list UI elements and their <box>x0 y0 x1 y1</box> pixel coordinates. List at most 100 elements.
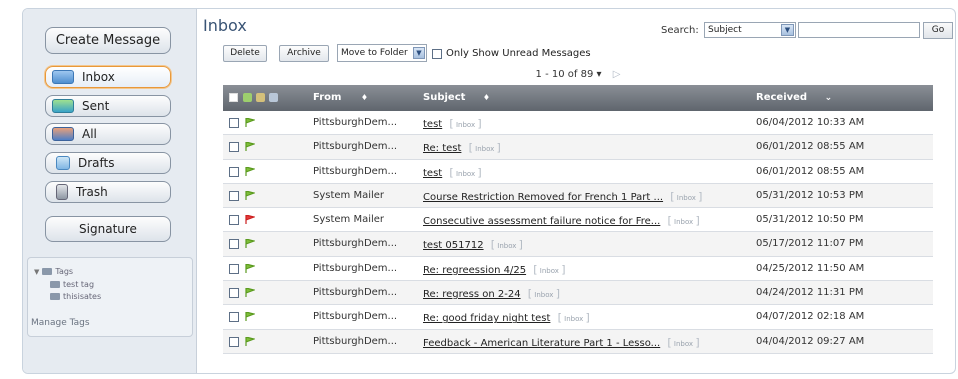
table-row[interactable]: PittsburghDem... test 051712 [ Inbox ] 0… <box>223 232 933 257</box>
subject-link[interactable]: Re: good friday night test <box>423 313 550 324</box>
folder-badge: [ Inbox ] <box>449 165 482 179</box>
flag-icon[interactable] <box>245 288 255 298</box>
tag-label: thisisates <box>63 292 102 301</box>
table-row[interactable]: PittsburghDem... Re: regress on 2-24 [ I… <box>223 281 933 306</box>
flag-column-icon[interactable] <box>243 93 252 102</box>
subject-link[interactable]: Re: regress on 2-24 <box>423 289 521 300</box>
sidebar-item-all[interactable]: All <box>45 123 171 145</box>
attachment-column-icon[interactable] <box>256 93 265 102</box>
row-checkbox[interactable] <box>229 336 239 347</box>
signature-button[interactable]: Signature <box>45 216 171 242</box>
drafts-icon <box>56 156 70 170</box>
table-row[interactable]: PittsburghDem... Re: test [ Inbox ] 06/0… <box>223 135 933 160</box>
page-range-text[interactable]: 1 - 10 of 89 <box>536 69 594 80</box>
table-row[interactable]: PittsburghDem... Re: good friday night t… <box>223 305 933 330</box>
move-to-folder-select[interactable]: Move to Folder ▼ <box>337 44 427 62</box>
row-subject: Re: good friday night test [ Inbox ] <box>423 311 590 324</box>
table-row[interactable]: PittsburghDem... test [ Inbox ] 06/01/20… <box>223 160 933 184</box>
chevron-down-icon[interactable]: ▼ <box>781 24 794 36</box>
folder-badge: [ Inbox ] <box>527 287 560 301</box>
flag-icon[interactable] <box>245 166 255 176</box>
row-checkbox[interactable] <box>229 118 239 128</box>
row-from: PittsburghDem... <box>313 165 398 177</box>
column-received[interactable]: Received ⌄ <box>756 92 832 103</box>
folder-icon <box>50 293 60 300</box>
column-from[interactable]: From ♦ <box>313 92 368 103</box>
row-received: 06/04/2012 10:33 AM <box>756 117 865 128</box>
row-checkbox[interactable] <box>229 239 239 250</box>
row-received: 05/31/2012 10:50 PM <box>756 214 864 226</box>
row-checkbox[interactable] <box>229 142 239 153</box>
folder-badge: [ Inbox ] <box>449 117 482 130</box>
row-checkbox[interactable] <box>229 263 239 274</box>
sidebar-item-sent[interactable]: Sent <box>45 95 171 117</box>
row-from: System Mailer <box>313 189 385 201</box>
table-row[interactable]: PittsburghDem... Feedback - American Lit… <box>223 329 933 354</box>
create-message-button[interactable]: Create Message <box>45 27 171 54</box>
column-subject-label: Subject <box>423 92 466 103</box>
sort-desc-icon: ⌄ <box>824 93 833 103</box>
only-unread-checkbox[interactable] <box>432 48 442 59</box>
flag-icon[interactable] <box>245 263 255 273</box>
row-checkbox[interactable] <box>229 190 239 201</box>
all-icon <box>52 127 74 141</box>
sort-icon: ♦ <box>482 93 491 102</box>
sidebar-item-trash[interactable]: Trash <box>45 181 171 203</box>
row-from: PittsburghDem... <box>313 117 398 128</box>
flag-icon[interactable] <box>245 312 255 322</box>
tag-item[interactable]: test tag <box>50 280 94 289</box>
folder-icon <box>42 268 53 275</box>
subject-link[interactable]: test <box>423 168 442 179</box>
column-subject[interactable]: Subject ♦ <box>423 92 490 103</box>
tags-tree-header[interactable]: ▼ Tags <box>34 267 73 276</box>
folder-badge-label: Inbox <box>673 339 694 348</box>
subject-link[interactable]: test <box>423 119 442 130</box>
next-page-icon[interactable]: ▷ <box>613 69 621 80</box>
sidebar-item-label: Trash <box>76 185 108 199</box>
envelope-column-icon[interactable] <box>269 93 278 102</box>
inbox-icon <box>52 70 74 84</box>
select-all-checkbox[interactable] <box>229 93 238 102</box>
flag-icon[interactable] <box>245 215 255 225</box>
page-dropdown-caret-icon[interactable]: ▾ <box>597 69 602 80</box>
row-subject: test [ Inbox ] <box>423 166 482 179</box>
sidebar-item-drafts[interactable]: Drafts <box>45 152 171 174</box>
flag-icon[interactable] <box>245 336 255 346</box>
search-input[interactable] <box>798 22 920 38</box>
flag-icon[interactable] <box>245 190 255 200</box>
folder-badge-label: Inbox <box>674 218 694 227</box>
table-row[interactable]: System Mailer Course Restriction Removed… <box>223 183 933 209</box>
subject-link[interactable]: Consecutive assessment failure notice fo… <box>423 216 660 227</box>
row-checkbox[interactable] <box>229 288 239 299</box>
pagination: 1 - 10 of 89 ▾ ▷ <box>223 66 933 84</box>
flag-icon[interactable] <box>245 239 255 249</box>
table-row[interactable]: PittsburghDem... test [ Inbox ] 06/04/20… <box>223 111 933 136</box>
row-checkbox[interactable] <box>229 166 239 177</box>
header-icons <box>229 93 282 102</box>
subject-link[interactable]: test 051712 <box>423 240 484 251</box>
manage-tags-link[interactable]: Manage Tags <box>31 318 90 328</box>
search-field-select[interactable]: Subject ▼ <box>704 22 796 38</box>
table-row[interactable]: System Mailer Consecutive assessment fai… <box>223 208 933 233</box>
tag-item[interactable]: thisisates <box>50 292 101 301</box>
row-checkbox[interactable] <box>229 312 239 323</box>
row-subject: Course Restriction Removed for French 1 … <box>423 190 702 203</box>
row-received: 04/07/2012 02:18 AM <box>756 311 865 323</box>
page-title: Inbox <box>203 16 247 35</box>
row-checkbox[interactable] <box>229 215 239 226</box>
chevron-down-icon[interactable]: ▼ <box>413 47 425 59</box>
sidebar-item-inbox[interactable]: Inbox <box>45 66 171 88</box>
subject-link[interactable]: Re: regreession 4/25 <box>423 265 526 276</box>
only-unread-toggle[interactable]: Only Show Unread Messages <box>432 48 591 59</box>
flag-icon[interactable] <box>245 118 255 127</box>
flag-icon[interactable] <box>245 142 255 152</box>
delete-button[interactable]: Delete <box>223 45 267 62</box>
subject-link[interactable]: Re: test <box>423 143 461 154</box>
subject-link[interactable]: Course Restriction Removed for French 1 … <box>423 192 663 203</box>
go-button[interactable]: Go <box>923 22 953 39</box>
table-row[interactable]: PittsburghDem... Re: regreession 4/25 [ … <box>223 257 933 282</box>
expand-triangle-icon[interactable]: ▼ <box>34 268 39 276</box>
row-from: PittsburghDem... <box>313 311 398 323</box>
subject-link[interactable]: Feedback - American Literature Part 1 - … <box>423 338 660 349</box>
archive-button[interactable]: Archive <box>279 45 329 62</box>
